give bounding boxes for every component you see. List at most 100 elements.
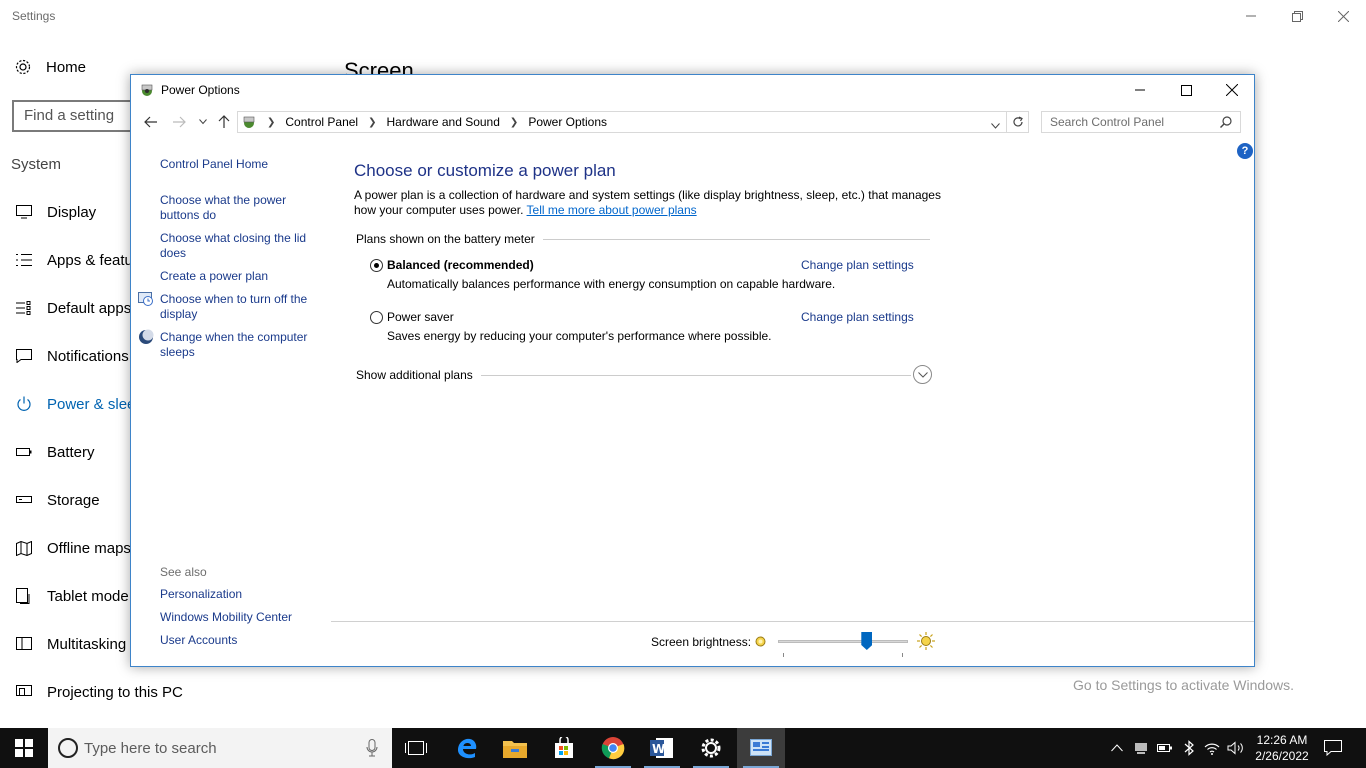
bluetooth-tray-button[interactable] [1179,728,1199,768]
file-explorer-icon [503,741,527,758]
multitasking-icon [15,635,33,653]
file-explorer-taskbar-button[interactable] [491,728,539,768]
display-timer-icon [138,291,154,307]
settings-nav-power-sleep[interactable]: Power & sleep [0,380,144,428]
store-taskbar-button[interactable] [540,728,588,768]
settings-nav-notifications[interactable]: Notifications & actions [0,332,195,380]
brightness-label: Screen brightness: [651,635,752,649]
plan-name[interactable]: Power saver [387,310,454,324]
power-icon [15,395,33,413]
start-button[interactable] [0,728,48,768]
address-dropdown-button[interactable] [991,118,1000,132]
settings-nav-multitasking[interactable]: Multitasking [0,620,131,668]
word-icon: W [650,738,673,758]
action-center-button[interactable] [1318,728,1348,768]
settings-nav-tablet-mode[interactable]: Tablet mode [0,572,131,620]
settings-nav-label: Projecting to this PC [47,683,183,701]
settings-taskbar-button[interactable] [687,728,735,768]
search-control-panel-input[interactable]: Search Control Panel [1041,111,1241,133]
maximize-button[interactable] [1163,75,1209,105]
window-titlebar[interactable]: Power Options [131,75,1254,105]
help-button[interactable]: ? [1237,143,1253,159]
settings-nav-apps[interactable]: Apps & features [0,236,154,284]
user-accounts-link[interactable]: User Accounts [160,633,320,648]
brightness-slider-thumb[interactable] [861,632,873,650]
settings-nav-label: Battery [47,443,95,461]
apps-icon [15,251,33,269]
chevron-down-icon [991,123,1000,129]
clock-date: 2/26/2022 [1255,749,1309,763]
control-panel-home-link[interactable]: Control Panel Home [160,157,320,172]
page-title: Choose or customize a power plan [354,161,616,180]
close-button[interactable] [1209,75,1255,105]
taskbar-clock[interactable]: 12:26 AM 2/26/2022 [1254,732,1310,764]
wifi-tray-button[interactable] [1201,728,1223,768]
settings-search-input[interactable]: Find a setting [12,100,142,132]
breadcrumb-control-panel[interactable]: Control Panel [285,115,358,129]
change-plan-settings-link[interactable]: Change plan settings [801,310,914,324]
page-description: A power plan is a collection of hardware… [354,188,954,218]
settings-minimize-button[interactable] [1228,0,1274,32]
settings-nav-display[interactable]: Display [0,188,131,236]
plan-name[interactable]: Balanced (recommended) [387,258,534,272]
recent-locations-button[interactable] [193,113,213,131]
settings-nav-label: Multitasking [47,635,127,653]
learn-more-link[interactable]: Tell me more about power plans [527,203,697,217]
gear-icon [15,59,31,75]
forward-button[interactable] [169,113,189,131]
activate-windows-subtitle: Go to Settings to activate Windows. [1073,677,1294,693]
up-button[interactable] [214,113,234,131]
word-taskbar-button[interactable]: W [638,728,686,768]
arrow-up-icon [218,115,230,128]
chrome-taskbar-button[interactable] [589,728,637,768]
address-row: ❯ Control Panel ❯ Hardware and Sound ❯ P… [131,111,1254,133]
plans-heading-label: Plans shown on the battery meter [356,232,535,246]
settings-nav-storage[interactable]: Storage [0,476,131,524]
windows-logo-icon [15,739,33,757]
personalization-link[interactable]: Personalization [160,587,320,602]
control-panel-taskbar-button[interactable] [737,728,785,768]
closing-lid-link[interactable]: Choose what closing the lid does [160,231,320,261]
additional-plans-toggle[interactable]: Show additional plans [356,365,932,384]
microphone-icon[interactable] [366,739,378,762]
battery-tray-button[interactable] [1155,728,1175,768]
settings-nav-projecting[interactable]: Projecting to this PC [0,668,183,716]
divider [480,374,911,376]
expand-button[interactable] [913,365,932,384]
plan-balanced-radio[interactable] [370,259,383,272]
settings-restore-button[interactable] [1274,0,1320,32]
settings-home-link[interactable]: Home [14,58,86,76]
network-device-tray-button[interactable] [1131,728,1151,768]
default-apps-icon [15,299,33,317]
minimize-button[interactable] [1117,75,1163,105]
settings-icon [701,738,721,758]
settings-nav-offline-maps[interactable]: Offline maps [0,524,131,572]
computer-sleeps-link[interactable]: Change when the computer sleeps [160,330,320,360]
turn-off-display-link[interactable]: Choose when to turn off the display [160,292,320,322]
display-icon [15,203,33,221]
window-title: Power Options [161,83,240,97]
volume-tray-button[interactable] [1225,728,1247,768]
change-plan-settings-link[interactable]: Change plan settings [801,258,914,272]
breadcrumb-power-options[interactable]: Power Options [528,115,607,129]
power-buttons-link[interactable]: Choose what the power buttons do [160,193,320,223]
mobility-center-link[interactable]: Windows Mobility Center [160,610,320,625]
breadcrumb-hardware-sound[interactable]: Hardware and Sound [387,115,500,129]
brightness-slider-track[interactable] [778,640,908,643]
taskbar-search-box[interactable]: Type here to search [48,728,392,768]
edge-taskbar-button[interactable] [443,728,491,768]
plan-power-saver-radio[interactable] [370,311,383,324]
address-bar[interactable]: ❯ Control Panel ❯ Hardware and Sound ❯ P… [237,111,1007,133]
storage-icon [15,491,33,509]
create-power-plan-link[interactable]: Create a power plan [160,269,320,284]
search-icon [1220,116,1232,131]
settings-close-button[interactable] [1320,0,1366,32]
back-button[interactable] [141,113,161,131]
task-view-button[interactable] [392,728,440,768]
show-hidden-icons-button[interactable] [1108,728,1126,768]
refresh-button[interactable] [1007,111,1029,133]
search-placeholder: Search Control Panel [1050,115,1165,129]
settings-nav-default-apps[interactable]: Default apps [0,284,131,332]
plan-balanced: Balanced (recommended) Automatically bal… [370,258,930,292]
settings-nav-battery[interactable]: Battery [0,428,131,476]
